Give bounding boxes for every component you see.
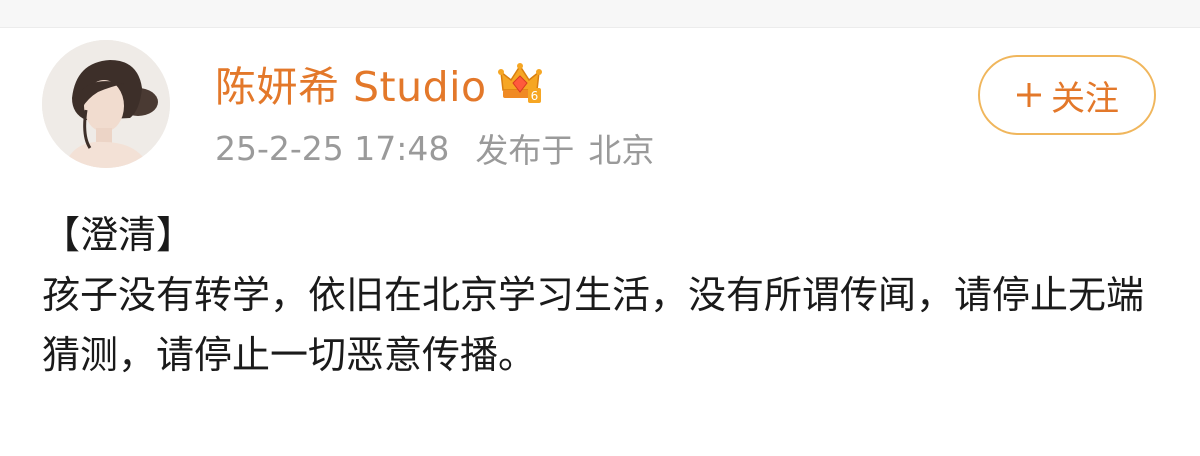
post-meta: 25-2-25 17:48 发布于 北京	[215, 122, 654, 174]
crown-badge-icon: 6	[497, 63, 542, 103]
badge-level: 6	[530, 89, 538, 103]
avatar-image	[42, 40, 170, 168]
follow-button[interactable]: 关注	[978, 55, 1156, 135]
post-body: 孩子没有转学，依旧在北京学习生活，没有所谓传闻，请停止无端猜测，请停止一切恶意传…	[42, 273, 1145, 377]
post-title: 【澄清】	[42, 213, 195, 257]
post-content: 【澄清】 孩子没有转学，依旧在北京学习生活，没有所谓传闻，请停止无端猜测，请停止…	[42, 205, 1152, 385]
post-location: 北京	[588, 131, 655, 170]
author-name[interactable]: 陈妍希 Studio	[215, 53, 487, 113]
location-label: 发布于	[475, 131, 575, 170]
post-timestamp[interactable]: 25-2-25 17:48	[215, 129, 449, 168]
top-divider	[0, 0, 1200, 28]
weibo-post-card: 陈妍希 Studio 6 25-2-25 17:48 发布于 北京 关注 【澄清…	[0, 0, 1200, 456]
plus-icon	[1017, 83, 1041, 107]
avatar[interactable]	[42, 40, 170, 168]
follow-label: 关注	[1051, 78, 1119, 119]
author-row: 陈妍希 Studio 6	[215, 52, 543, 114]
